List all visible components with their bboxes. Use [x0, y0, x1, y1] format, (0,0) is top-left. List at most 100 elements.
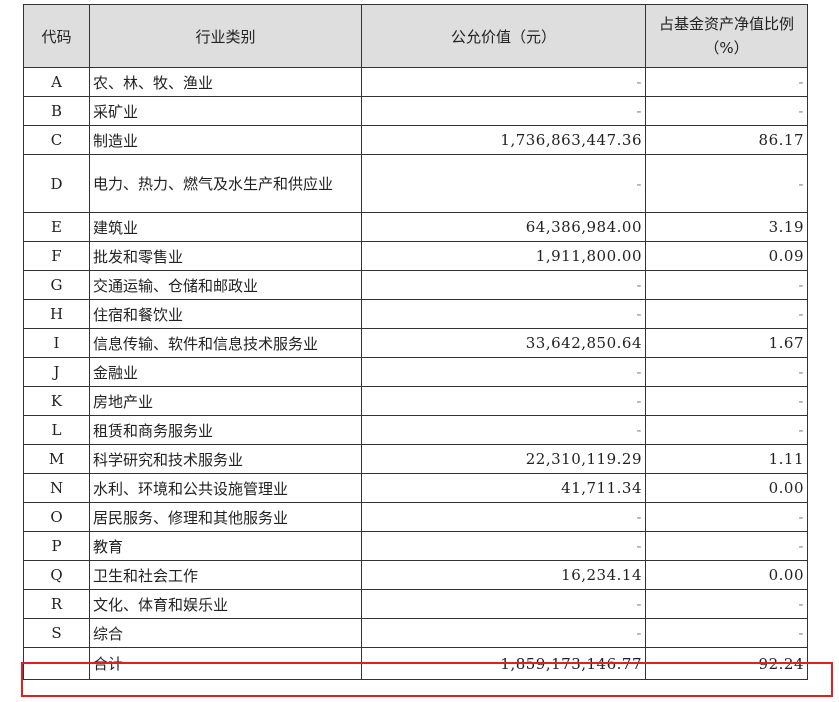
row-code-cell: O [23, 502, 90, 532]
row-nav-ratio-cell: - [645, 299, 808, 329]
header-code: 代码 [23, 4, 90, 68]
row-nav-ratio-cell: - [645, 502, 808, 532]
table-row: C 制造业 1,736,863,447.36 86.17 [23, 125, 808, 155]
row-fair-value-cell: - [361, 154, 646, 213]
row-fair-value-cell: - [361, 357, 646, 387]
row-fair-value-cell: - [361, 299, 646, 329]
table-row: Q 卫生和社会工作 16,234.14 0.00 [23, 560, 808, 590]
row-fair-value-cell: 1,736,863,447.36 [361, 125, 646, 155]
row-category-cell: 文化、体育和娱乐业 [89, 589, 362, 619]
row-nav-ratio-cell: - [645, 415, 808, 445]
row-nav-ratio-cell: - [645, 96, 808, 126]
row-fair-value-cell: - [361, 618, 646, 648]
row-category-cell: 农、林、牧、渔业 [89, 67, 362, 97]
row-fair-value-cell: - [361, 531, 646, 561]
row-code-cell: E [23, 212, 90, 242]
header-category: 行业类别 [89, 4, 362, 68]
row-category-cell: 合计 [89, 647, 362, 680]
table-row: E 建筑业 64,386,984.00 3.19 [23, 212, 808, 242]
row-category-cell: 采矿业 [89, 96, 362, 126]
table-row: H 住宿和餐饮业 - - [23, 299, 808, 329]
row-nav-ratio-cell: 1.11 [645, 444, 808, 474]
row-fair-value-cell: 22,310,119.29 [361, 444, 646, 474]
total-row: 合计 1,859,173,146.77 92.24 [23, 647, 808, 680]
row-fair-value-cell: - [361, 270, 646, 300]
row-category-cell: 住宿和餐饮业 [89, 299, 362, 329]
row-code-cell: K [23, 386, 90, 416]
row-fair-value-cell: - [361, 502, 646, 532]
row-fair-value-cell: 1,859,173,146.77 [361, 647, 646, 680]
row-category-cell: 水利、环境和公共设施管理业 [89, 473, 362, 503]
row-fair-value-cell: 33,642,850.64 [361, 328, 646, 358]
row-nav-ratio-cell: - [645, 357, 808, 387]
table-row: F 批发和零售业 1,911,800.00 0.09 [23, 241, 808, 271]
row-code-cell: R [23, 589, 90, 619]
row-code-cell: D [23, 154, 90, 213]
row-code-cell: A [23, 67, 90, 97]
row-nav-ratio-cell: 86.17 [645, 125, 808, 155]
table-row: N 水利、环境和公共设施管理业 41,711.34 0.00 [23, 473, 808, 503]
row-nav-ratio-cell: 1.67 [645, 328, 808, 358]
table-row: R 文化、体育和娱乐业 - - [23, 589, 808, 619]
row-category-cell: 制造业 [89, 125, 362, 155]
table-row: K 房地产业 - - [23, 386, 808, 416]
row-code-cell [23, 647, 90, 680]
row-category-cell: 租赁和商务服务业 [89, 415, 362, 445]
row-code-cell: F [23, 241, 90, 271]
row-code-cell: L [23, 415, 90, 445]
industry-holdings-table: 代码 行业类别 公允价值（元） 占基金资产净值比例（%） A 农、林、牧、渔业 - -… [23, 4, 808, 680]
row-fair-value-cell: 1,911,800.00 [361, 241, 646, 271]
row-code-cell: N [23, 473, 90, 503]
row-code-cell: I [23, 328, 90, 358]
table-row: G 交通运输、仓储和邮政业 - - [23, 270, 808, 300]
table-row: D 电力、热力、燃气及水生产和供应业 - - [23, 154, 808, 213]
table-row: I 信息传输、软件和信息技术服务业 33,642,850.64 1.67 [23, 328, 808, 358]
row-nav-ratio-cell: 92.24 [645, 647, 808, 680]
row-code-cell: G [23, 270, 90, 300]
row-nav-ratio-cell: - [645, 589, 808, 619]
row-fair-value-cell: - [361, 67, 646, 97]
row-category-cell: 综合 [89, 618, 362, 648]
row-code-cell: Q [23, 560, 90, 590]
table-row: J 金融业 - - [23, 357, 808, 387]
row-fair-value-cell: 41,711.34 [361, 473, 646, 503]
row-nav-ratio-cell: - [645, 270, 808, 300]
row-category-cell: 批发和零售业 [89, 241, 362, 271]
row-category-cell: 房地产业 [89, 386, 362, 416]
row-category-cell: 电力、热力、燃气及水生产和供应业 [89, 154, 362, 213]
row-fair-value-cell: - [361, 415, 646, 445]
row-nav-ratio-cell: - [645, 531, 808, 561]
row-code-cell: C [23, 125, 90, 155]
table-row: B 采矿业 - - [23, 96, 808, 126]
header-nav-ratio: 占基金资产净值比例（%） [645, 4, 808, 68]
table-row: S 综合 - - [23, 618, 808, 648]
table-row: P 教育 - - [23, 531, 808, 561]
row-category-cell: 建筑业 [89, 212, 362, 242]
row-category-cell: 居民服务、修理和其他服务业 [89, 502, 362, 532]
table-row: L 租赁和商务服务业 - - [23, 415, 808, 445]
row-category-cell: 信息传输、软件和信息技术服务业 [89, 328, 362, 358]
row-fair-value-cell: - [361, 386, 646, 416]
row-nav-ratio-cell: 3.19 [645, 212, 808, 242]
row-code-cell: P [23, 531, 90, 561]
row-code-cell: M [23, 444, 90, 474]
row-code-cell: B [23, 96, 90, 126]
row-fair-value-cell: - [361, 589, 646, 619]
row-nav-ratio-cell: 0.00 [645, 473, 808, 503]
row-category-cell: 金融业 [89, 357, 362, 387]
header-fair-value: 公允价值（元） [361, 4, 646, 68]
row-fair-value-cell: 64,386,984.00 [361, 212, 646, 242]
row-nav-ratio-cell: - [645, 67, 808, 97]
table-header-row: 代码 行业类别 公允价值（元） 占基金资产净值比例（%） [23, 4, 808, 68]
row-category-cell: 科学研究和技术服务业 [89, 444, 362, 474]
row-code-cell: J [23, 357, 90, 387]
row-nav-ratio-cell: 0.00 [645, 560, 808, 590]
table-row: O 居民服务、修理和其他服务业 - - [23, 502, 808, 532]
row-fair-value-cell: - [361, 96, 646, 126]
table-body: A 农、林、牧、渔业 - - B 采矿业 - - C 制造业 1,736,863,447.36 86.… [23, 67, 808, 680]
table-row: A 农、林、牧、渔业 - - [23, 67, 808, 97]
row-category-cell: 交通运输、仓储和邮政业 [89, 270, 362, 300]
row-fair-value-cell: 16,234.14 [361, 560, 646, 590]
row-nav-ratio-cell: - [645, 154, 808, 213]
row-nav-ratio-cell: - [645, 618, 808, 648]
